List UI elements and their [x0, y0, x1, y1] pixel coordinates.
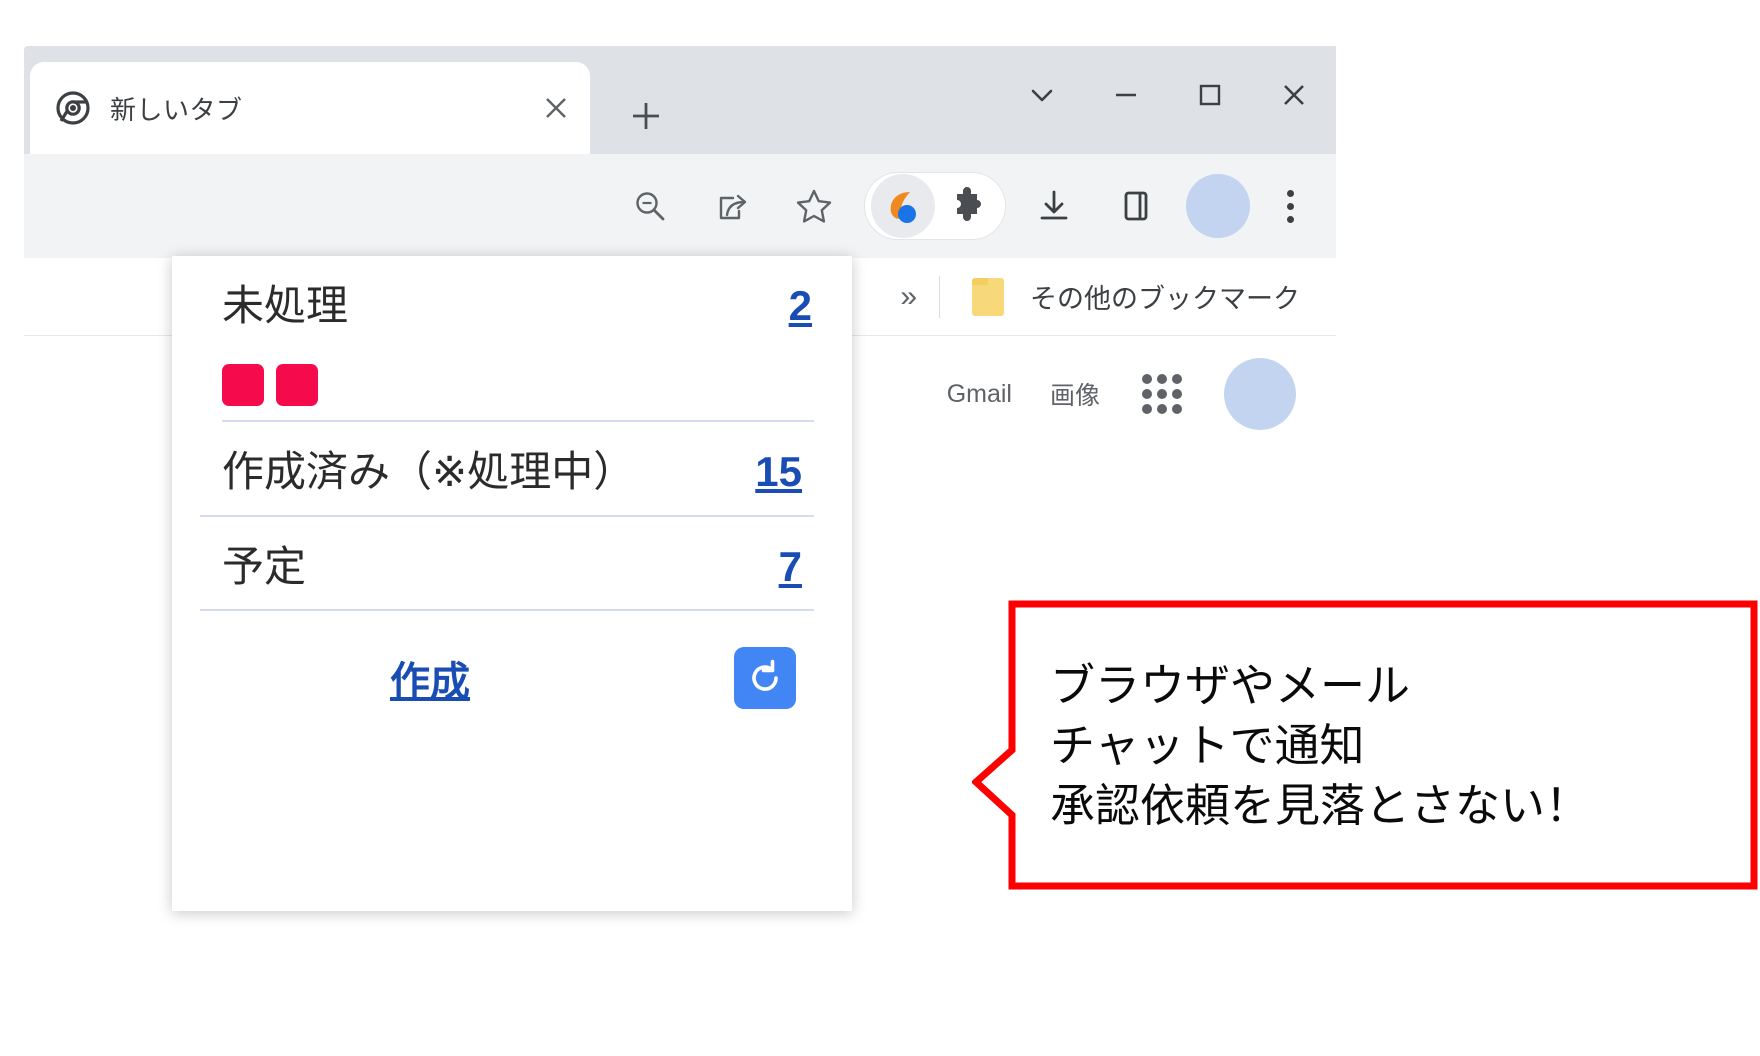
- extension-popup: 未処理 2 作成済み（※処理中） 15 予定 7 作成: [172, 256, 852, 911]
- popup-row-count[interactable]: 15: [755, 448, 802, 496]
- puzzle-icon[interactable]: [935, 174, 999, 238]
- new-tab-button[interactable]: [620, 90, 672, 142]
- gmail-link[interactable]: Gmail: [947, 380, 1012, 409]
- folder-icon: [972, 277, 1004, 316]
- extension-pill: [864, 172, 1006, 240]
- star-icon[interactable]: [782, 174, 846, 238]
- popup-row-label: 未処理: [222, 282, 349, 329]
- share-icon[interactable]: [700, 174, 764, 238]
- status-badges: [222, 364, 824, 407]
- chrome-logo-icon: [56, 91, 90, 125]
- popup-row-created: 作成済み（※処理中） 15: [200, 422, 814, 517]
- browser-tab[interactable]: 新しいタブ: [30, 62, 590, 154]
- other-bookmarks-label[interactable]: その他のブックマーク: [1030, 277, 1300, 316]
- tab-title: 新しいタブ: [110, 94, 243, 125]
- popup-row-label: 作成済み（※処理中）: [222, 448, 636, 496]
- popup-row-scheduled: 予定 7: [200, 517, 814, 611]
- workflow-swoosh-icon[interactable]: [871, 174, 935, 238]
- side-panel-icon[interactable]: [1104, 174, 1168, 238]
- popup-row-unprocessed: 未処理 2: [200, 256, 824, 348]
- browser-toolbar: [24, 154, 1336, 258]
- status-badge[interactable]: [276, 364, 318, 407]
- callout-text: ブラウザやメール チャットで通知 承認依頼を見落とさない！: [1050, 659, 1591, 832]
- apps-grid-icon[interactable]: [1138, 370, 1186, 418]
- popup-row-count[interactable]: 7: [779, 543, 802, 591]
- three-dots-icon[interactable]: [1262, 174, 1318, 238]
- tab-strip: 新しいタブ: [24, 46, 1336, 154]
- ntp-header: Gmail 画像: [947, 358, 1296, 430]
- profile-avatar[interactable]: [1186, 174, 1250, 238]
- maximize-button[interactable]: [1168, 64, 1252, 126]
- window-controls: [1000, 64, 1336, 126]
- create-button[interactable]: 作成: [390, 649, 470, 707]
- tab-search-button[interactable]: [1000, 64, 1084, 126]
- popup-footer: 作成: [200, 611, 824, 709]
- minimize-button[interactable]: [1084, 64, 1168, 126]
- callout-annotation: ブラウザやメール チャットで通知 承認依頼を見落とさない！: [972, 600, 1758, 890]
- close-window-button[interactable]: [1252, 64, 1336, 126]
- bookmarks-divider: [939, 275, 940, 318]
- popup-row-count[interactable]: 2: [789, 282, 812, 330]
- images-link[interactable]: 画像: [1050, 376, 1100, 412]
- account-avatar-icon[interactable]: [1224, 358, 1296, 430]
- status-badge[interactable]: [222, 364, 264, 407]
- close-icon[interactable]: [536, 88, 576, 128]
- bookmarks-overflow-icon[interactable]: »: [900, 280, 917, 314]
- magnifier-minus-icon[interactable]: [618, 174, 682, 238]
- download-icon[interactable]: [1022, 174, 1086, 238]
- refresh-icon[interactable]: [734, 646, 796, 709]
- popup-row-label: 予定: [222, 542, 307, 590]
